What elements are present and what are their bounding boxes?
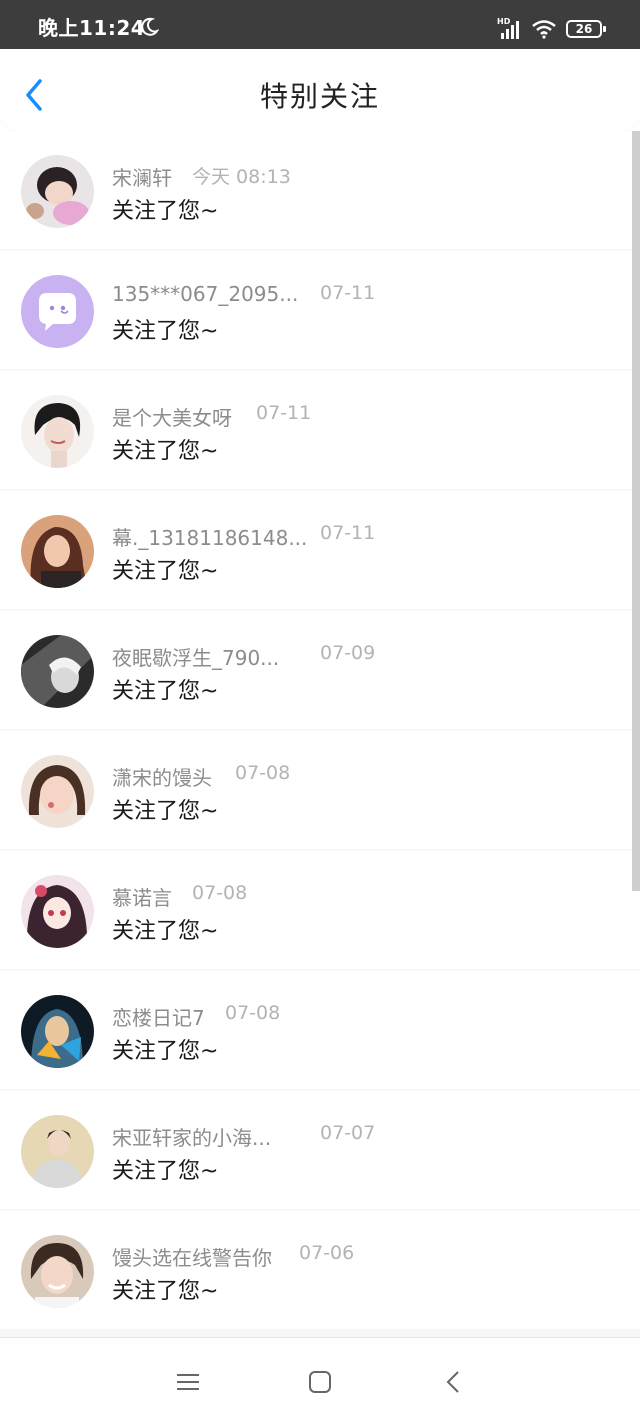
item-message: 关注了您~ <box>112 799 219 824</box>
item-date: 今天 08:13 <box>192 166 291 188</box>
user-name[interactable]: 夜眠歇浮生_790... <box>112 642 279 671</box>
moon-icon <box>139 17 160 41</box>
home-square-icon[interactable] <box>306 1368 334 1396</box>
item-meta: 宋澜轩 今天 08:13 <box>112 162 291 191</box>
wifi-icon <box>531 19 557 43</box>
page-title: 特别关注 <box>259 80 380 113</box>
system-nav-bar <box>0 1337 640 1423</box>
item-date: 07-08 <box>235 762 291 784</box>
notification-list[interactable]: 宋澜轩 今天 08:13 关注了您~ 135***067_2095... 07-… <box>0 131 640 1337</box>
list-item[interactable]: 潇宋的馒头 07-08 关注了您~ <box>0 731 640 849</box>
user-name[interactable]: 馒头选在线警告你 <box>112 1242 272 1271</box>
user-avatar[interactable] <box>21 755 94 828</box>
user-avatar[interactable] <box>21 1115 94 1188</box>
item-date: 07-07 <box>320 1122 376 1144</box>
user-avatar[interactable] <box>21 155 94 228</box>
user-avatar[interactable] <box>21 1235 94 1308</box>
menu-icon[interactable] <box>174 1368 202 1396</box>
item-message: 关注了您~ <box>112 1039 219 1064</box>
user-name[interactable]: 宋澜轩 <box>112 162 172 191</box>
user-name[interactable]: 恋楼日记7 <box>112 1002 205 1031</box>
item-meta: 幕._13181186148... 07-11 <box>112 522 375 551</box>
item-date: 07-06 <box>299 1242 355 1264</box>
item-message: 关注了您~ <box>112 919 219 944</box>
user-avatar[interactable] <box>21 395 94 468</box>
item-message: 关注了您~ <box>112 199 219 224</box>
signal-icon <box>500 18 522 44</box>
item-meta: 夜眠歇浮生_790... 07-09 <box>112 642 375 671</box>
user-name[interactable]: 潇宋的馒头 <box>112 762 212 791</box>
status-bar: 晚上11:24 HD 26 <box>0 0 640 49</box>
user-avatar[interactable] <box>21 515 94 588</box>
item-meta: 是个大美女呀 07-11 <box>112 402 311 431</box>
user-name[interactable]: 慕诺言 <box>112 882 172 911</box>
list-item[interactable]: 135***067_2095... 07-11 关注了您~ <box>0 251 640 369</box>
item-date: 07-08 <box>192 882 248 904</box>
user-name[interactable]: 幕._13181186148... <box>112 522 307 551</box>
user-name[interactable]: 135***067_2095... <box>112 282 298 306</box>
item-message: 关注了您~ <box>112 1159 219 1184</box>
back-chevron-icon[interactable] <box>440 1368 468 1396</box>
item-message: 关注了您~ <box>112 439 219 464</box>
item-message: 关注了您~ <box>112 1279 219 1304</box>
item-message: 关注了您~ <box>112 319 219 344</box>
user-avatar[interactable] <box>21 635 94 708</box>
item-date: 07-08 <box>225 1002 281 1024</box>
list-item[interactable]: 宋亚轩家的小海... 07-07 关注了您~ <box>0 1091 640 1209</box>
list-item[interactable]: 幕._13181186148... 07-11 关注了您~ <box>0 491 640 609</box>
list-item[interactable]: 恋楼日记7 07-08 关注了您~ <box>0 971 640 1089</box>
item-date: 07-11 <box>320 522 376 544</box>
scrollbar[interactable] <box>632 131 640 891</box>
list-item[interactable]: 是个大美女呀 07-11 关注了您~ <box>0 371 640 489</box>
item-date: 07-11 <box>256 402 312 424</box>
battery-indicator: 26 <box>566 20 606 38</box>
user-name[interactable]: 是个大美女呀 <box>112 402 232 431</box>
status-time: 晚上11:24 <box>38 16 146 40</box>
user-avatar[interactable] <box>21 875 94 948</box>
item-meta: 恋楼日记7 07-08 <box>112 1002 280 1031</box>
item-message: 关注了您~ <box>112 679 219 704</box>
item-date: 07-09 <box>320 642 376 664</box>
list-item[interactable]: 慕诺言 07-08 关注了您~ <box>0 851 640 969</box>
list-item[interactable]: 夜眠歇浮生_790... 07-09 关注了您~ <box>0 611 640 729</box>
item-meta: 135***067_2095... 07-11 <box>112 282 375 306</box>
user-name[interactable]: 宋亚轩家的小海... <box>112 1122 271 1151</box>
page-header: 特别关注 <box>0 49 640 131</box>
item-meta: 宋亚轩家的小海... 07-07 <box>112 1122 375 1151</box>
list-item[interactable]: 馒头选在线警告你 07-06 关注了您~ <box>0 1211 640 1329</box>
item-meta: 馒头选在线警告你 07-06 <box>112 1242 354 1271</box>
item-meta: 潇宋的馒头 07-08 <box>112 762 290 791</box>
chat-bubble-avatar-icon[interactable] <box>21 275 94 348</box>
item-date: 07-11 <box>320 282 376 304</box>
item-meta: 慕诺言 07-08 <box>112 882 247 911</box>
item-message: 关注了您~ <box>112 559 219 584</box>
list-item[interactable]: 宋澜轩 今天 08:13 关注了您~ <box>0 131 640 249</box>
user-avatar[interactable] <box>21 995 94 1068</box>
